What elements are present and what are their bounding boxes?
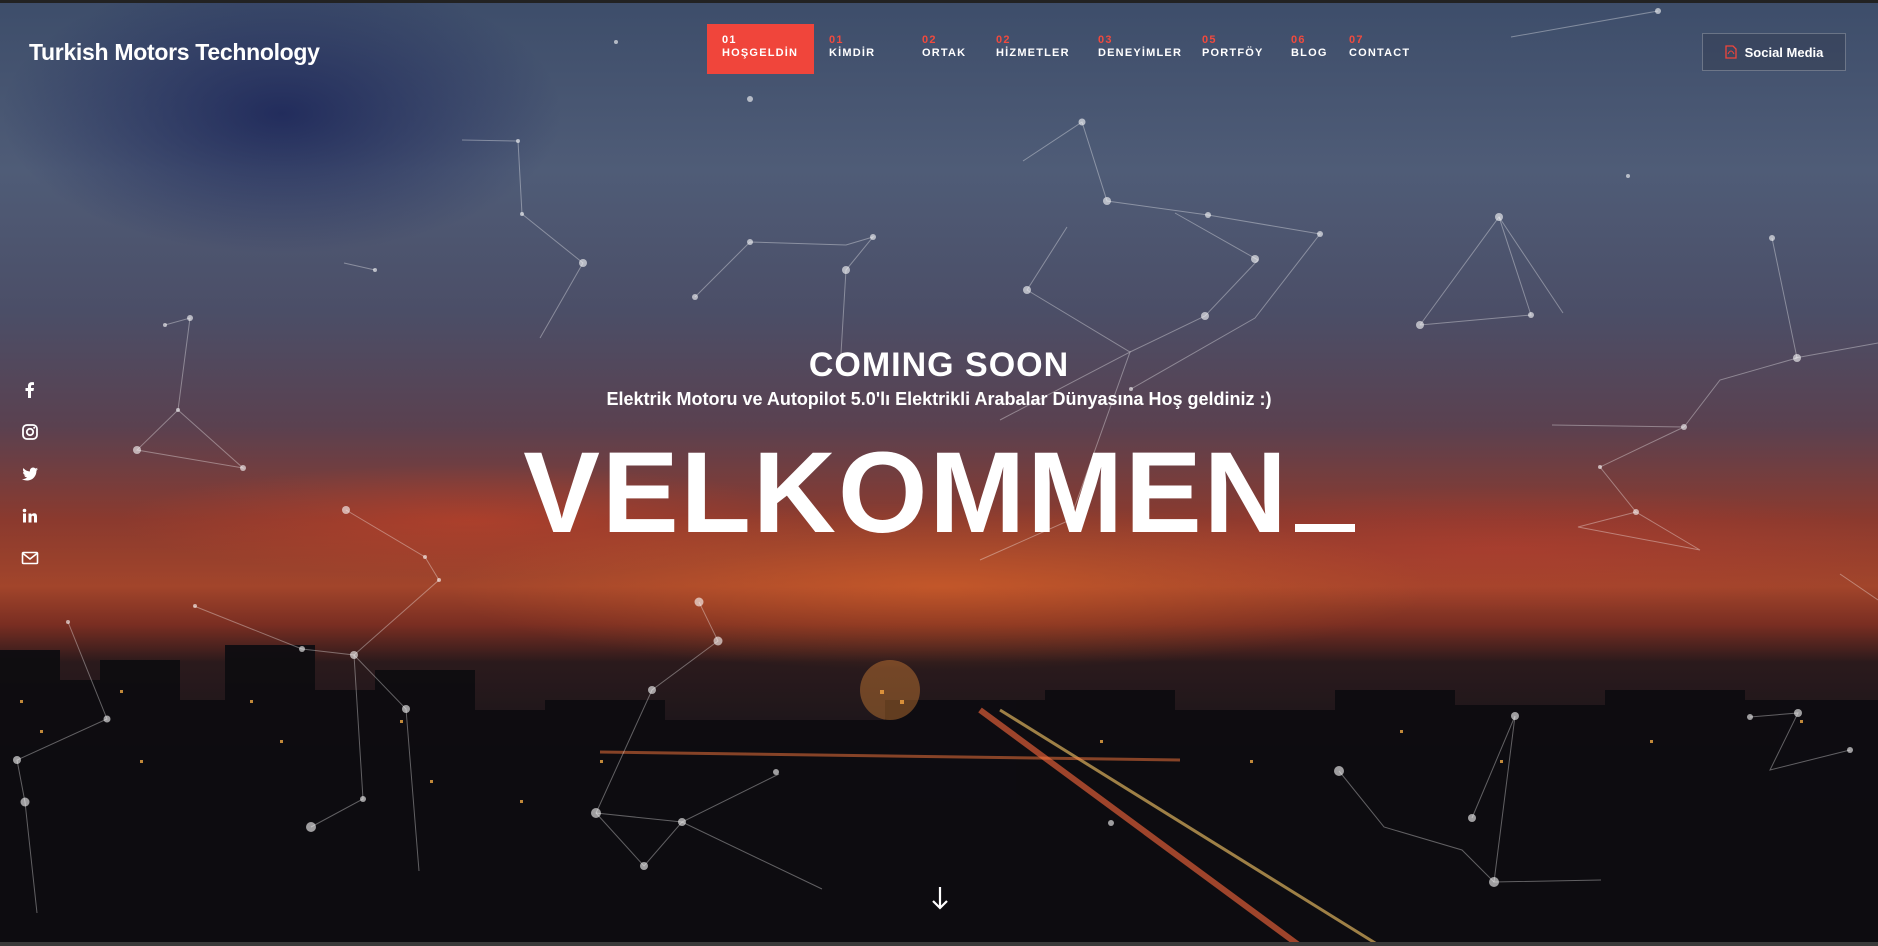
nav-item-hosgeldin[interactable]: 01 HOŞGELDİN: [707, 24, 814, 74]
social-media-button[interactable]: Social Media: [1702, 33, 1846, 71]
nav-item-ortak[interactable]: 02 ORTAK: [907, 24, 981, 74]
typing-cursor: [1294, 524, 1355, 532]
hero-headline: VELKOMMEN: [0, 428, 1878, 558]
file-icon: [1724, 45, 1737, 59]
nav-item-blog[interactable]: 06 BLOG: [1276, 24, 1343, 74]
nav-item-deneyimler[interactable]: 03 DENEYİMLER: [1083, 24, 1197, 74]
nav-item-contact[interactable]: 07 CONTACT: [1334, 24, 1425, 74]
headline-text: VELKOMMEN: [523, 429, 1289, 557]
nav-item-portfoy[interactable]: 05 PORTFÖY: [1187, 24, 1279, 74]
brand-logo[interactable]: Turkish Motors Technology: [29, 39, 320, 66]
nav-item-hizmetler[interactable]: 02 HİZMETLER: [981, 24, 1085, 74]
nav-item-kimdir[interactable]: 01 KİMDİR: [814, 24, 890, 74]
coming-soon-heading: COMING SOON: [808, 346, 1070, 384]
bottom-scrollbar: [0, 942, 1878, 946]
hero-subtitle: Elektrik Motoru ve Autopilot 5.0'lı Elek…: [606, 389, 1272, 409]
scroll-down-arrow-icon[interactable]: [929, 884, 951, 912]
social-media-label: Social Media: [1744, 44, 1824, 60]
top-border: [0, 0, 1878, 3]
